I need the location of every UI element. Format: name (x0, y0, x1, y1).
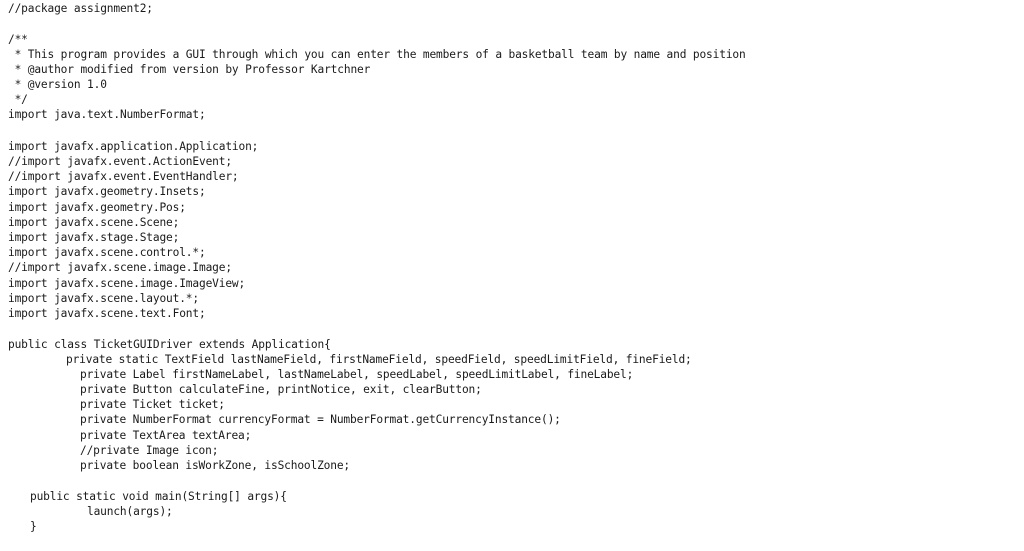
code-line-import: import javafx.geometry.Pos; (8, 201, 186, 214)
code-line-javadoc-author: * @author modified from version by Profe… (8, 63, 371, 76)
code-line-javadoc-version: * @version 1.0 (8, 78, 107, 91)
code-line-javadoc-desc: * This program provides a GUI through wh… (8, 48, 746, 61)
code-line-import: import javafx.scene.control.*; (8, 246, 206, 259)
code-line-field-decl: private boolean isWorkZone, isSchoolZone… (80, 459, 351, 472)
code-line-package: //package assignment2; (8, 2, 153, 15)
code-line-import: import javafx.scene.image.ImageView; (8, 277, 246, 290)
code-line-import: import javafx.scene.layout.*; (8, 292, 199, 305)
code-line-import: import javafx.geometry.Insets; (8, 185, 206, 198)
code-line-close-brace: } (30, 520, 37, 533)
code-line-class-decl: public class TicketGUIDriver extends App… (8, 338, 331, 351)
code-line-field-decl: private TextArea textArea; (80, 429, 252, 442)
code-line-import: import javafx.scene.Scene; (8, 216, 180, 229)
code-line-import-comment: //import javafx.event.ActionEvent; (8, 155, 232, 168)
code-line-import-comment: //import javafx.scene.image.Image; (8, 261, 232, 274)
code-document: //package assignment2; /** * This progra… (0, 0, 1024, 551)
code-line-field-decl: private Button calculateFine, printNotic… (80, 383, 482, 396)
code-line-comment: //private Image icon; (80, 444, 219, 457)
code-line-main-decl: public static void main(String[] args){ (30, 490, 287, 503)
code-line-field-decl: private NumberFormat currencyFormat = Nu… (80, 413, 561, 426)
code-line-javadoc-close: */ (8, 93, 28, 106)
code-line-import: import javafx.scene.text.Font; (8, 307, 206, 320)
code-line-import: import java.text.NumberFormat; (8, 108, 206, 121)
code-line-field-decl: private Ticket ticket; (80, 398, 225, 411)
code-line-import: import javafx.application.Application; (8, 140, 259, 153)
code-line-field-decl: private Label firstNameLabel, lastNameLa… (80, 368, 634, 381)
code-line-field-decl: private static TextField lastNameField, … (66, 353, 692, 366)
code-line-javadoc-open: /** (8, 33, 28, 46)
code-line-import-comment: //import javafx.event.EventHandler; (8, 170, 239, 183)
code-line-launch-call: launch(args); (87, 505, 173, 518)
code-line-import: import javafx.stage.Stage; (8, 231, 180, 244)
